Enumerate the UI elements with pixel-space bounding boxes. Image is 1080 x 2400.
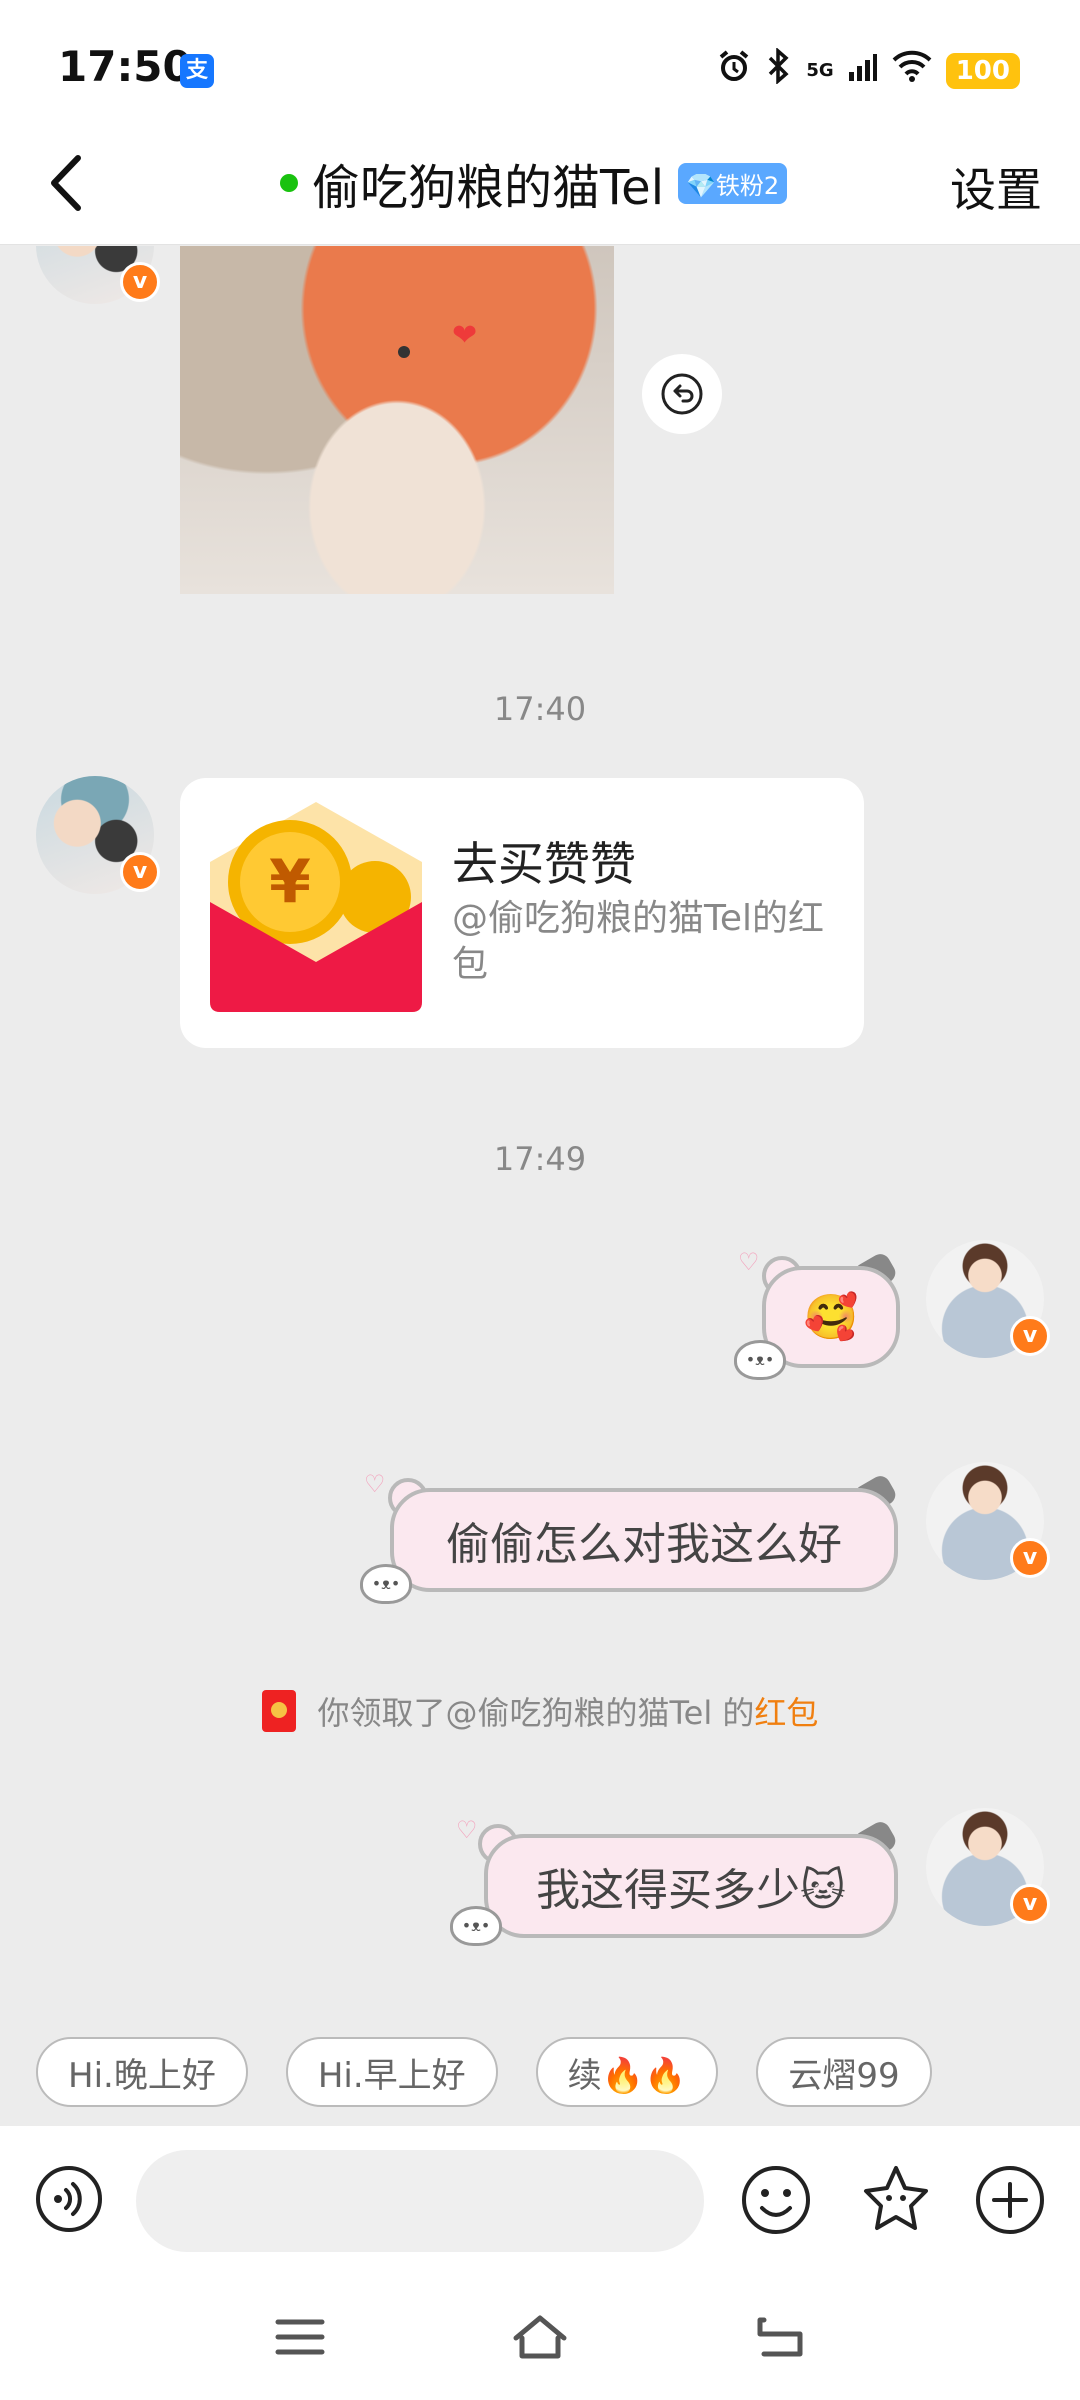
alarm-icon bbox=[716, 48, 752, 93]
heart-decoration: ♡ bbox=[456, 1816, 478, 1844]
message-bubble[interactable]: 我这得买多少🐱 bbox=[484, 1834, 898, 1938]
status-time: 17:50 bbox=[58, 42, 192, 91]
menu-nav-button[interactable] bbox=[272, 2312, 328, 2362]
image-detail bbox=[398, 346, 410, 358]
message-bubble[interactable]: 偷偷怎么对我这么好 bbox=[390, 1488, 898, 1592]
message-timestamp: 17:40 bbox=[493, 690, 587, 728]
quick-reply-chip[interactable]: Hi.晚上好 bbox=[36, 2037, 248, 2107]
back-nav-button[interactable] bbox=[752, 2312, 808, 2362]
kitty-decoration: •ᴥ• bbox=[734, 1340, 786, 1380]
status-icons: 5G 100 bbox=[716, 47, 1020, 93]
contact-avatar[interactable]: v bbox=[36, 776, 160, 894]
red-packet-title: 去买赞赞 bbox=[452, 837, 636, 891]
home-icon bbox=[513, 2315, 567, 2359]
input-bar bbox=[0, 2126, 1080, 2276]
svg-text:¥: ¥ bbox=[269, 847, 311, 917]
signal-icon bbox=[848, 51, 878, 91]
quick-reply-chip[interactable]: 续🔥🔥 bbox=[535, 2037, 719, 2107]
battery-indicator: 100 bbox=[945, 52, 1020, 89]
my-avatar[interactable]: v bbox=[926, 1462, 1050, 1580]
my-avatar[interactable]: v bbox=[926, 1808, 1050, 1926]
red-packet-icon: ¥ bbox=[210, 802, 422, 1012]
contact-avatar[interactable]: v bbox=[36, 246, 160, 304]
reply-button[interactable] bbox=[642, 354, 722, 434]
system-notice: 你领取了@偷吃狗粮的猫Tel 的红包 bbox=[0, 1688, 1080, 1734]
chat-title-group[interactable]: 偷吃狗粮的猫Tel 💎铁粉2 bbox=[280, 148, 788, 218]
emoji-button[interactable] bbox=[740, 2164, 812, 2236]
network-type: 5G bbox=[806, 59, 834, 81]
bluetooth-icon bbox=[766, 47, 792, 93]
home-nav-button[interactable] bbox=[512, 2312, 568, 2362]
more-button[interactable] bbox=[974, 2164, 1046, 2236]
heart-decoration: ♡ bbox=[738, 1248, 760, 1276]
kitty-decoration: •ᴥ• bbox=[450, 1906, 502, 1946]
star-icon bbox=[864, 2166, 928, 2230]
message-timestamp: 17:49 bbox=[493, 1140, 587, 1178]
plus-icon bbox=[976, 2166, 1044, 2234]
verified-badge-icon: v bbox=[120, 852, 160, 892]
verified-badge-icon: v bbox=[1010, 1316, 1050, 1356]
chat-header: 偷吃狗粮的猫Tel 💎铁粉2 设置 bbox=[0, 130, 1080, 245]
reply-icon bbox=[661, 373, 703, 415]
status-bar: 17:50 支 5G 100 bbox=[0, 0, 1080, 130]
smiley-icon bbox=[742, 2166, 810, 2234]
kitty-decoration: •ᴥ• bbox=[360, 1564, 412, 1604]
quick-reply-chip[interactable]: Hi.早上好 bbox=[285, 2037, 498, 2107]
system-nav-bar bbox=[0, 2276, 1080, 2400]
back-button[interactable] bbox=[34, 148, 104, 218]
image-message[interactable]: ❤ bbox=[180, 246, 614, 594]
settings-button[interactable]: 设置 bbox=[950, 154, 1042, 220]
heart-decoration: ♡ bbox=[364, 1470, 386, 1498]
verified-badge-icon: v bbox=[1010, 1884, 1050, 1924]
red-packet-mini-icon bbox=[261, 1690, 296, 1732]
heart-decoration: ❤ bbox=[452, 318, 478, 353]
alipay-icon: 支 bbox=[180, 54, 214, 88]
red-packet-link[interactable]: 红包 bbox=[754, 1694, 818, 1732]
red-packet-subtitle: @偷吃狗粮的猫Tel的红包 bbox=[452, 898, 825, 985]
wifi-icon bbox=[892, 50, 932, 91]
chevron-left-icon bbox=[51, 155, 81, 211]
my-avatar[interactable]: v bbox=[926, 1240, 1050, 1358]
quick-reply-chip[interactable]: 云熠99 bbox=[756, 2037, 932, 2107]
verified-badge-icon: v bbox=[1010, 1538, 1050, 1578]
red-packet-card[interactable]: ¥ 去买赞赞 @偷吃狗粮的猫Tel的红包 bbox=[180, 778, 864, 1048]
verified-badge-icon: v bbox=[120, 262, 160, 302]
message-input[interactable] bbox=[136, 2150, 704, 2252]
voice-button[interactable] bbox=[34, 2164, 104, 2234]
chat-messages[interactable]: v ❤ 17:40 v ¥ 去买赞赞 @偷吃狗粮的猫Tel的红包 17:49 v… bbox=[0, 246, 1080, 2016]
sticker-button[interactable] bbox=[858, 2162, 934, 2238]
chat-title: 偷吃狗粮的猫Tel bbox=[312, 160, 665, 216]
voice-icon bbox=[36, 2166, 102, 2232]
menu-icon bbox=[275, 2319, 325, 2355]
online-status-dot bbox=[280, 174, 298, 192]
system-notice-text: 你领取了@偷吃狗粮的猫Tel 的 bbox=[317, 1694, 755, 1732]
fan-level-badge: 💎铁粉2 bbox=[678, 162, 788, 204]
quick-reply-bar: Hi.晚上好 Hi.早上好 续🔥🔥 云熠99 bbox=[0, 2018, 1080, 2126]
return-icon bbox=[757, 2317, 803, 2357]
